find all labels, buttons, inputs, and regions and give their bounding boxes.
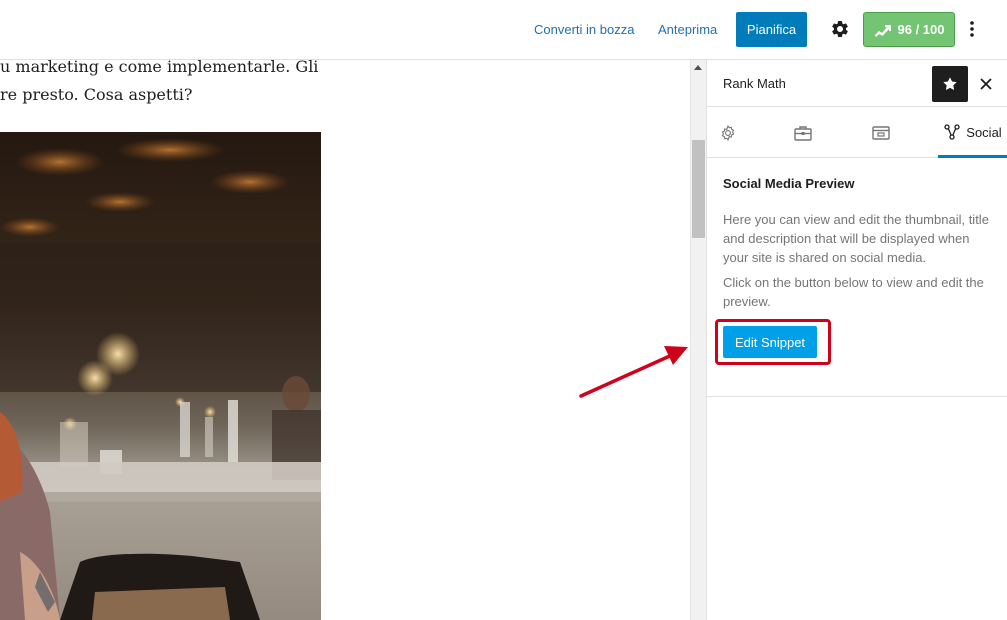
edit-snippet-button[interactable]: Edit Snippet [723,326,817,358]
section-description: Here you can view and edit the thumbnail… [723,212,989,265]
editor-canvas: u marketing e come implementarle. Gli re… [0,60,690,620]
switch-to-draft-link[interactable]: Converti in bozza [534,22,634,37]
section-instruction: Click on the button below to view and ed… [723,275,984,309]
sidebar-title: Rank Math [723,76,786,91]
share-nodes-icon [944,124,960,140]
post-paragraph[interactable]: u marketing e come implementarle. Gli re… [0,60,320,109]
more-vertical-icon [970,21,974,37]
browser-card-icon [872,125,890,140]
social-preview-panel: Social Media Preview Here you can view a… [707,158,1007,397]
tab-advanced[interactable] [782,107,824,158]
tab-social-label: Social [966,124,1002,140]
editor-header: Converti in bozza Anteprima Pianifica 96… [0,0,1007,60]
scroll-up-arrow-icon[interactable] [694,65,702,70]
preview-link[interactable]: Anteprima [658,22,717,37]
scrollbar-thumb[interactable] [692,140,705,238]
tab-social[interactable]: Social [938,107,1007,158]
seo-score: 96 / 100 [897,22,945,37]
gear-outline-icon [721,124,735,141]
rank-math-chart-icon [874,24,891,37]
options-menu-button[interactable] [962,17,982,41]
sidebar-tabs: Social [707,107,1007,158]
schedule-button[interactable]: Pianifica [736,12,807,47]
rank-math-score-button[interactable]: 96 / 100 [863,12,955,47]
paragraph-line: re presto. Cosa aspetti? [0,85,193,104]
section-title: Social Media Preview [723,176,855,191]
pin-sidebar-button[interactable] [932,66,968,102]
cafe-photo [0,132,321,620]
paragraph-line: u marketing e come implementarle. Gli [0,60,319,76]
tab-general[interactable] [707,107,749,158]
rank-math-sidebar: Rank Math Social Social Media Preview He… [706,60,1007,620]
tab-schema[interactable] [860,107,902,158]
editor-scrollbar[interactable] [690,60,706,620]
close-sidebar-button[interactable] [975,73,997,95]
toolbox-icon [794,125,812,141]
close-icon [980,78,992,90]
gear-icon [832,20,848,37]
sidebar-header: Rank Math [707,60,1007,107]
post-image[interactable] [0,132,321,620]
settings-button[interactable] [828,17,852,41]
star-icon [943,77,957,91]
